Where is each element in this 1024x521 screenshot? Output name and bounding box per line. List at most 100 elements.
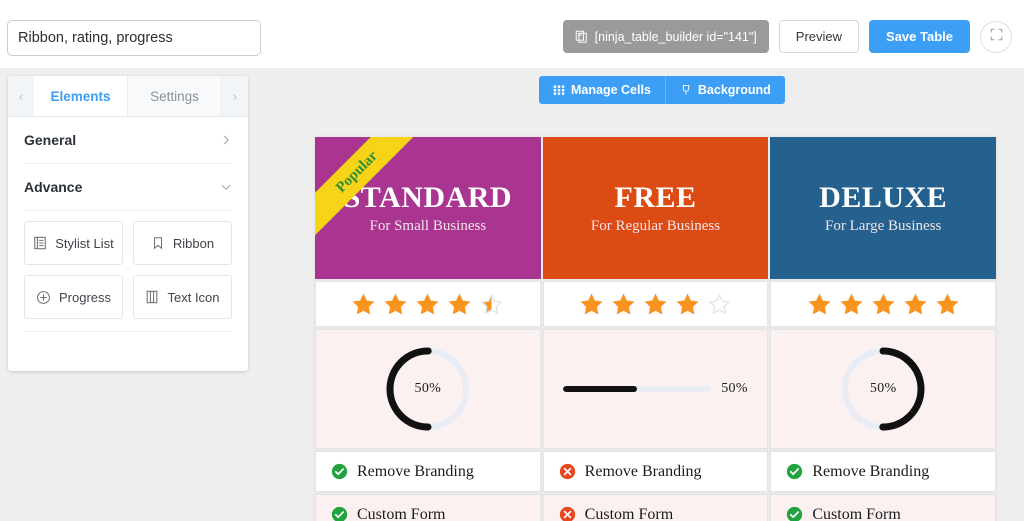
progress-value-label: 50%	[721, 381, 748, 396]
element-stylist-list-button[interactable]: Stylist List	[24, 221, 123, 265]
table-rating-row	[314, 280, 997, 328]
feature-cell: Custom Form	[542, 494, 769, 521]
tab-settings[interactable]: Settings	[128, 76, 222, 116]
check-circle-icon	[787, 506, 803, 521]
section-general-label: General	[24, 132, 77, 148]
feature-cell: Remove Branding	[542, 451, 769, 492]
top-toolbar: [ninja_table_builder id="141"] Preview S…	[0, 0, 1024, 68]
circular-progress: 50%	[384, 345, 472, 433]
background-label: Background	[697, 83, 771, 97]
star-icon-full	[904, 293, 927, 314]
star-icon-full	[580, 293, 603, 314]
feature-cell: Custom Form	[315, 494, 541, 521]
pin-icon	[680, 84, 692, 96]
element-text-icon-label: Text Icon	[167, 289, 220, 305]
element-ribbon-button[interactable]: Ribbon	[133, 221, 232, 265]
table-title-input[interactable]	[7, 20, 261, 56]
circular-progress: 50%	[839, 345, 927, 433]
star-icon-full	[676, 293, 699, 314]
element-text-icon-button[interactable]: Text Icon	[133, 275, 232, 319]
tab-elements[interactable]: Elements	[34, 76, 128, 116]
feature-label: Custom Form	[812, 505, 901, 521]
table-builder-screen: [ninja_table_builder id="141"] Preview S…	[0, 0, 1024, 521]
tabs-prev-arrow[interactable]: ‹	[8, 76, 34, 116]
elements-sidebar: ‹ Elements Settings › General Advance St…	[8, 76, 248, 371]
progress-value-label: 50%	[869, 381, 897, 396]
star-icon-full	[872, 293, 895, 314]
linear-progress-fill	[563, 386, 638, 392]
shortcode-chip[interactable]: [ninja_table_builder id="141"]	[562, 20, 769, 53]
copy-icon	[575, 30, 588, 43]
pricing-table: Popular STANDARD For Small Business FREE…	[313, 135, 998, 521]
star-icon-empty	[708, 293, 731, 314]
progress-deluxe: 50%	[770, 329, 997, 449]
check-circle-icon	[331, 463, 348, 480]
plan-header-free: FREE For Regular Business	[542, 137, 769, 279]
star-icon-half	[480, 293, 503, 314]
table-header-row: Popular STANDARD For Small Business FREE…	[314, 136, 997, 280]
star-icon-full	[448, 293, 471, 314]
progress-value-label: 50%	[414, 381, 442, 396]
chevron-down-icon	[220, 181, 232, 193]
check-circle-icon	[331, 506, 348, 521]
plan-name: DELUXE	[819, 181, 948, 214]
section-advance[interactable]: Advance	[24, 164, 232, 211]
cross-circle-icon	[559, 463, 575, 480]
canvas-actions: Manage Cells Background	[539, 76, 785, 104]
feature-label: Custom Form	[584, 505, 674, 521]
feature-label: Remove Branding	[584, 462, 702, 480]
section-general[interactable]: General	[24, 117, 232, 164]
element-progress-button[interactable]: Progress	[24, 275, 123, 319]
rating-deluxe	[770, 281, 997, 327]
star-icon-full	[416, 293, 439, 314]
background-button[interactable]: Background	[664, 76, 785, 104]
star-icon-full	[840, 293, 863, 314]
feature-cell: Custom Form	[770, 494, 997, 521]
linear-progress	[563, 386, 712, 392]
feature-cell: Remove Branding	[770, 451, 997, 492]
grid-icon	[553, 84, 565, 96]
star-icon-full	[352, 293, 375, 314]
cross-circle-icon	[559, 506, 575, 521]
feature-cell: Remove Branding	[315, 451, 541, 492]
plan-subtitle: For Regular Business	[590, 218, 721, 234]
star-icon-full	[644, 293, 667, 314]
tabs-next-arrow[interactable]: ›	[222, 76, 248, 116]
manage-cells-button[interactable]: Manage Cells	[539, 76, 665, 104]
list-panel-icon	[33, 236, 47, 250]
progress-free: 50%	[542, 329, 769, 449]
element-button-grid: Stylist List Ribbon Progress Text Icon	[24, 221, 232, 319]
element-progress-label: Progress	[58, 289, 112, 305]
check-circle-icon	[787, 463, 803, 480]
toolbar-actions: [ninja_table_builder id="141"] Preview S…	[562, 20, 1012, 53]
table-feature-row: Remove Branding Remove Branding Remove B…	[314, 450, 997, 493]
bookmark-icon	[151, 236, 165, 250]
star-icon-full	[808, 293, 831, 314]
feature-label: Custom Form	[357, 505, 446, 521]
shortcode-text: [ninja_table_builder id="141"]	[594, 29, 757, 44]
manage-cells-label: Manage Cells	[571, 83, 651, 97]
feature-label: Remove Branding	[357, 462, 474, 480]
star-icon-full	[612, 293, 635, 314]
sidebar-divider	[24, 331, 232, 332]
star-icon-full	[384, 293, 407, 314]
plan-header-standard: Popular STANDARD For Small Business	[315, 137, 541, 279]
fullscreen-icon	[990, 28, 1003, 46]
rating-free	[542, 281, 769, 327]
progress-standard: 50%	[315, 329, 541, 449]
plus-circle-icon	[36, 290, 51, 305]
plan-subtitle: For Large Business	[824, 218, 942, 234]
section-advance-label: Advance	[24, 179, 83, 195]
feature-label: Remove Branding	[812, 462, 930, 480]
preview-button[interactable]: Preview	[778, 20, 860, 53]
sidebar-tabs: ‹ Elements Settings ›	[8, 76, 248, 117]
workspace: ‹ Elements Settings › General Advance St…	[0, 68, 1024, 521]
rating-standard	[315, 281, 541, 327]
plan-header-deluxe: DELUXE For Large Business	[770, 137, 997, 279]
plan-name: STANDARD	[343, 181, 513, 214]
save-table-button[interactable]: Save Table	[869, 20, 970, 53]
fullscreen-button[interactable]	[980, 20, 1012, 53]
table-progress-row: 50% 50% 50%	[314, 328, 997, 450]
star-icon-full	[936, 293, 959, 314]
element-ribbon-label: Ribbon	[172, 235, 215, 251]
